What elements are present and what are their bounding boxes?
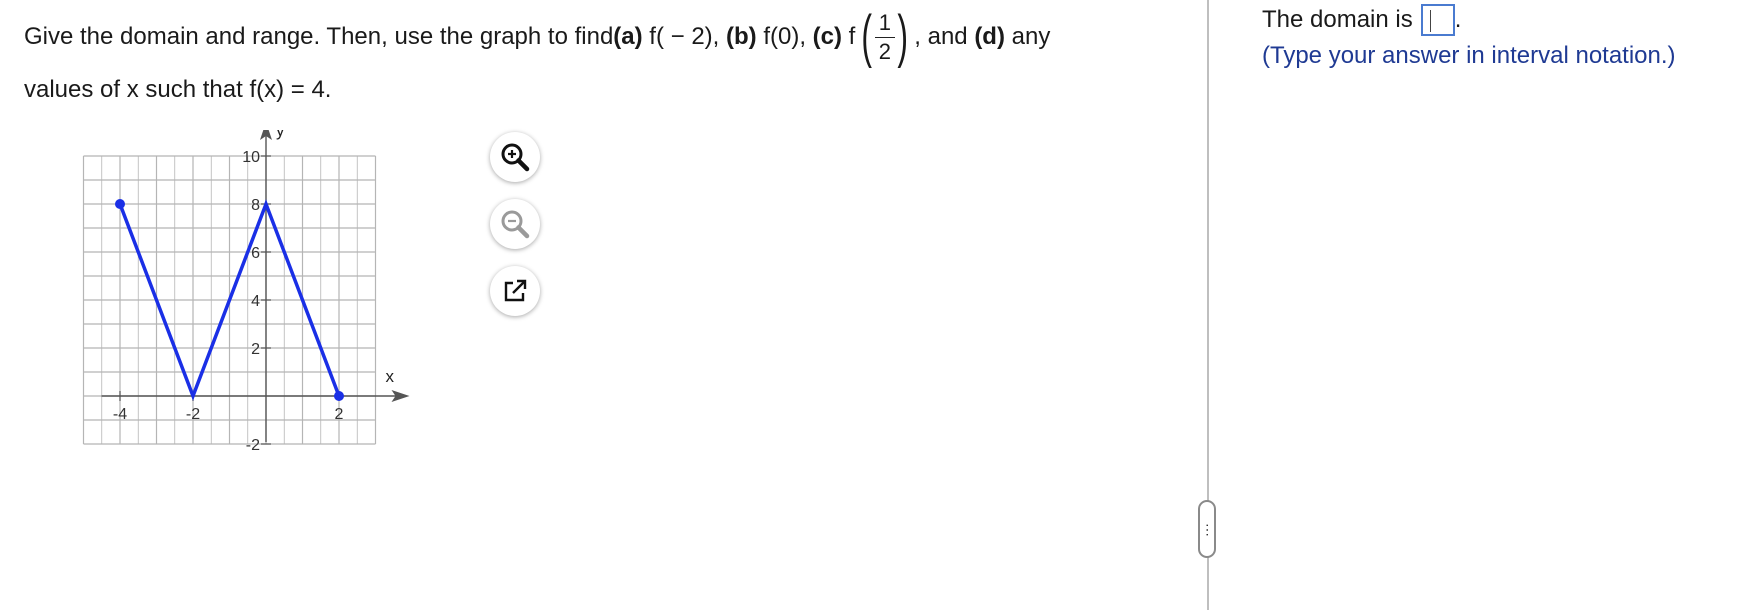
question-intro: Give the domain and range. Then, use the… <box>24 23 614 50</box>
popout-button[interactable] <box>490 266 540 316</box>
and-text: , and <box>914 23 975 50</box>
zoom-out-button[interactable] <box>490 199 540 249</box>
y-tick-label: 2 <box>251 341 260 358</box>
y-tick-label: 6 <box>251 245 260 262</box>
y-tick-label: -2 <box>246 437 260 454</box>
part-d-label: (d) <box>974 23 1005 50</box>
zoom-out-icon <box>501 210 530 239</box>
part-a-expr: f( − 2), <box>642 23 726 50</box>
part-b-expr: f(0), <box>756 23 813 50</box>
fraction-denominator: 2 <box>878 38 891 64</box>
domain-answer-input[interactable] <box>1420 4 1455 36</box>
domain-prompt: The domain is <box>1262 6 1413 33</box>
x-tick-label: 2 <box>335 406 344 423</box>
question-line-1: Give the domain and range. Then, use the… <box>24 2 1050 72</box>
part-c-label: (c) <box>812 23 843 50</box>
fraction-argument: ( 1 2 ) <box>861 4 908 69</box>
popout-icon <box>504 279 527 302</box>
zoom-in-icon <box>501 143 530 172</box>
part-d-expr: any <box>1004 23 1051 50</box>
part-c-f: f <box>842 23 856 50</box>
y-tick-label: 10 <box>242 149 260 166</box>
graph-axes: xy <box>101 130 410 442</box>
answer-panel: The domain is . (Type your answer in int… <box>1262 2 1676 70</box>
endpoint-dot <box>334 391 344 401</box>
x-axis-label: x <box>386 367 395 386</box>
fraction-numerator: 1 <box>874 11 895 38</box>
part-b-label: (b) <box>726 23 757 50</box>
question-line-2: values of x such that f(x) = 4. <box>24 76 332 103</box>
function-graph: xy -4 -2 2108642-2 <box>82 130 410 454</box>
y-tick-label: 8 <box>251 197 260 214</box>
more-icon: ⋯ <box>1199 522 1216 536</box>
domain-period: . <box>1454 6 1462 33</box>
zoom-in-button[interactable] <box>490 132 540 182</box>
panel-resize-handle[interactable]: ⋯ <box>1198 500 1216 558</box>
x-tick-label: -2 <box>186 406 200 423</box>
endpoint-dot <box>115 199 125 209</box>
y-tick-label: 4 <box>251 293 260 310</box>
part-a-label: (a) <box>613 23 643 50</box>
x-tick-label: -4 <box>113 406 127 423</box>
domain-prompt-line: The domain is . <box>1262 2 1676 38</box>
interval-notation-hint: (Type your answer in interval notation.) <box>1262 42 1676 69</box>
y-axis-label: y <box>276 130 285 140</box>
fraction: 1 2 <box>874 11 895 64</box>
